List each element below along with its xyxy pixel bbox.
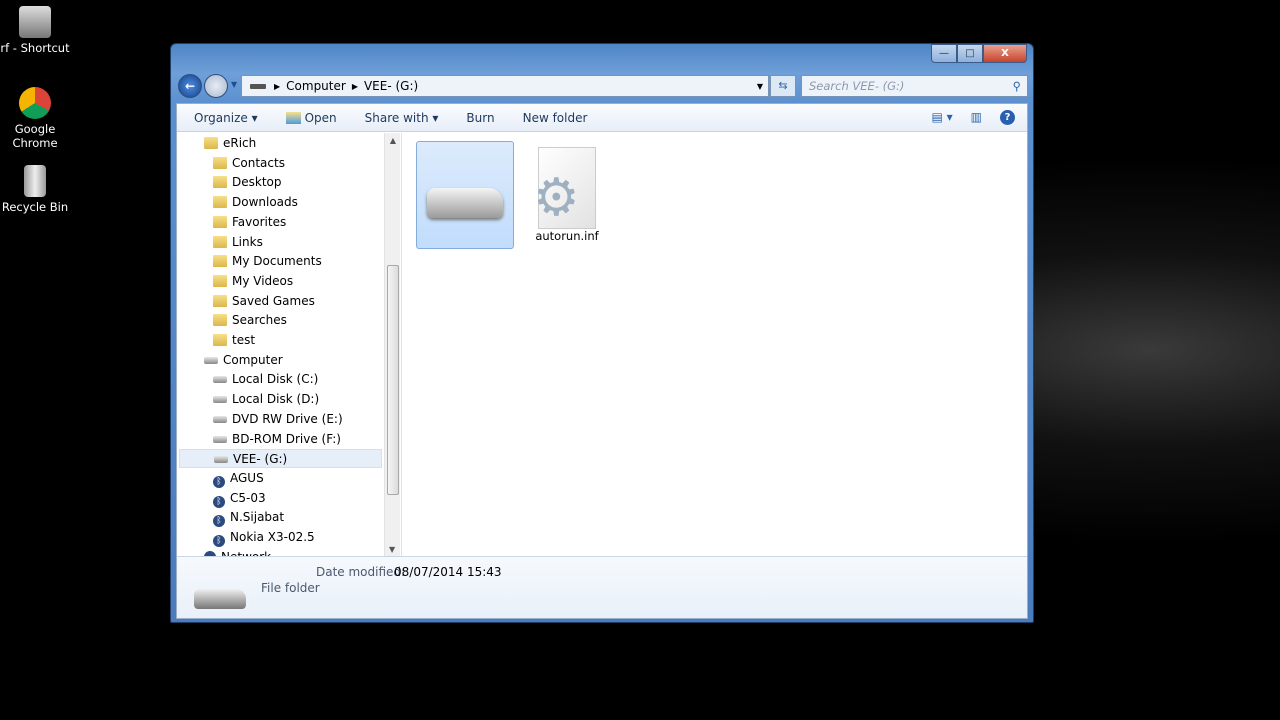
organize-button[interactable]: Organize ▾ bbox=[194, 111, 258, 125]
nav-item[interactable]: Network bbox=[204, 548, 271, 556]
nav-item[interactable]: Downloads bbox=[213, 193, 298, 212]
search-input[interactable]: Search VEE- (G:) ⚲ bbox=[801, 75, 1028, 97]
nav-item[interactable]: ᛒ Nokia X3-02.5 bbox=[213, 528, 315, 547]
address-dropdown[interactable]: ▼ bbox=[757, 82, 763, 91]
file-item-autorun[interactable]: ⚙ autorun.inf bbox=[518, 141, 616, 249]
burn-button[interactable]: Burn bbox=[466, 111, 494, 125]
details-drive-icon bbox=[194, 589, 246, 609]
file-list: ⚙ autorun.inf bbox=[401, 133, 1027, 556]
drive-icon bbox=[213, 396, 227, 404]
bluetooth-icon: ᛒ bbox=[213, 475, 225, 488]
scroll-thumb[interactable] bbox=[387, 265, 399, 495]
folder-icon bbox=[213, 334, 227, 346]
computer-icon bbox=[204, 356, 218, 364]
drive-icon bbox=[213, 415, 227, 423]
drive-icon bbox=[214, 456, 228, 464]
minimize-button[interactable]: — bbox=[931, 44, 957, 63]
bluetooth-icon: ᛒ bbox=[213, 495, 225, 508]
folder-icon bbox=[213, 235, 227, 248]
open-button[interactable]: Open bbox=[305, 111, 337, 125]
drive-icon bbox=[213, 376, 227, 384]
nav-item[interactable]: Links bbox=[213, 233, 263, 252]
nav-item[interactable]: ᛒ AGUS bbox=[213, 469, 264, 488]
folder-icon bbox=[213, 215, 227, 228]
new-folder-button[interactable]: New folder bbox=[523, 111, 588, 125]
explorer-window: — □ X ← ▼ ▶ Computer ▶ VEE- (G:) ▼ ⇆ Sea… bbox=[170, 43, 1034, 623]
nav-item[interactable]: test bbox=[213, 331, 255, 350]
open-folder-icon bbox=[285, 111, 301, 124]
nav-item[interactable]: Favorites bbox=[213, 213, 286, 232]
nav-item[interactable]: My Videos bbox=[213, 272, 293, 291]
folder-icon bbox=[213, 255, 227, 268]
back-button[interactable]: ← bbox=[178, 74, 202, 98]
nav-item[interactable]: VEE- (G:) bbox=[179, 449, 382, 469]
preview-pane-icon[interactable]: ▥ bbox=[971, 110, 982, 125]
drive-icon bbox=[250, 83, 266, 89]
nav-item[interactable]: Local Disk (C:) bbox=[213, 370, 318, 389]
folder-icon bbox=[213, 314, 227, 327]
address-bar[interactable]: ▶ Computer ▶ VEE- (G:) ▼ bbox=[241, 75, 769, 97]
recent-pages-dropdown[interactable]: ▼ bbox=[231, 80, 237, 89]
forward-button[interactable] bbox=[204, 74, 228, 98]
breadcrumb-computer[interactable]: Computer bbox=[286, 79, 346, 93]
nav-scrollbar[interactable]: ▲ ▼ bbox=[384, 133, 400, 556]
change-view-icon[interactable]: ▤ ▾ bbox=[931, 110, 952, 125]
nav-item[interactable]: eRich bbox=[204, 134, 256, 153]
desktop-icon-rf-shortcut[interactable]: rf - Shortcut bbox=[0, 6, 70, 55]
breadcrumb-drive[interactable]: VEE- (G:) bbox=[364, 79, 418, 93]
bluetooth-icon: ᛒ bbox=[213, 515, 225, 528]
command-bar: Organize ▾ Open Share with ▾ Burn New fo… bbox=[177, 104, 1027, 132]
nav-item[interactable]: BD-ROM Drive (F:) bbox=[213, 430, 341, 449]
bluetooth-icon: ᛒ bbox=[213, 535, 225, 547]
folder-icon bbox=[213, 294, 227, 307]
nav-item[interactable]: DVD RW Drive (E:) bbox=[213, 410, 343, 429]
settings-file-icon: ⚙ bbox=[533, 147, 596, 229]
navigation-pane: NetworkᛒNokia X3-02.5ᛒN.SijabatᛒC5-03ᛒAG… bbox=[177, 133, 400, 556]
folder-icon bbox=[213, 196, 227, 209]
nav-item[interactable]: ᛒ C5-03 bbox=[213, 489, 266, 508]
search-icon[interactable]: ⚲ bbox=[1013, 76, 1021, 96]
folder-icon bbox=[213, 176, 227, 189]
recycle-bin-icon bbox=[24, 165, 46, 197]
desktop-icon-recycle-bin[interactable]: Recycle Bin bbox=[0, 165, 70, 214]
share-with-button[interactable]: Share with ▾ bbox=[365, 111, 439, 125]
drive-folder-icon bbox=[427, 188, 503, 218]
drive-icon bbox=[213, 435, 227, 443]
folder-icon bbox=[213, 156, 227, 169]
details-pane: Date modified: 08/07/2014 15:43 File fol… bbox=[177, 556, 1027, 618]
nav-item[interactable]: Contacts bbox=[213, 154, 285, 173]
shortcut-icon bbox=[19, 6, 51, 38]
nav-item[interactable]: Computer bbox=[204, 351, 283, 370]
file-item-drive-folder[interactable] bbox=[416, 141, 514, 249]
help-icon[interactable]: ? bbox=[1000, 110, 1015, 125]
user-folder-icon bbox=[204, 137, 218, 149]
scroll-down-arrow[interactable]: ▼ bbox=[389, 545, 395, 554]
maximize-button[interactable]: □ bbox=[957, 44, 983, 63]
scroll-up-arrow[interactable]: ▲ bbox=[385, 136, 400, 145]
nav-item[interactable]: Searches bbox=[213, 311, 287, 330]
nav-item[interactable]: ᛒ N.Sijabat bbox=[213, 508, 284, 528]
nav-item[interactable]: Saved Games bbox=[213, 292, 315, 311]
refresh-button[interactable]: ⇆ bbox=[770, 75, 796, 97]
desktop-icon-chrome[interactable]: Google Chrome bbox=[0, 87, 70, 150]
close-button[interactable]: X bbox=[983, 44, 1027, 63]
folder-icon bbox=[213, 274, 227, 287]
nav-item[interactable]: My Documents bbox=[213, 252, 322, 271]
nav-item[interactable]: Desktop bbox=[213, 173, 282, 192]
nav-item[interactable]: Local Disk (D:) bbox=[213, 390, 319, 409]
chrome-icon bbox=[19, 87, 51, 119]
